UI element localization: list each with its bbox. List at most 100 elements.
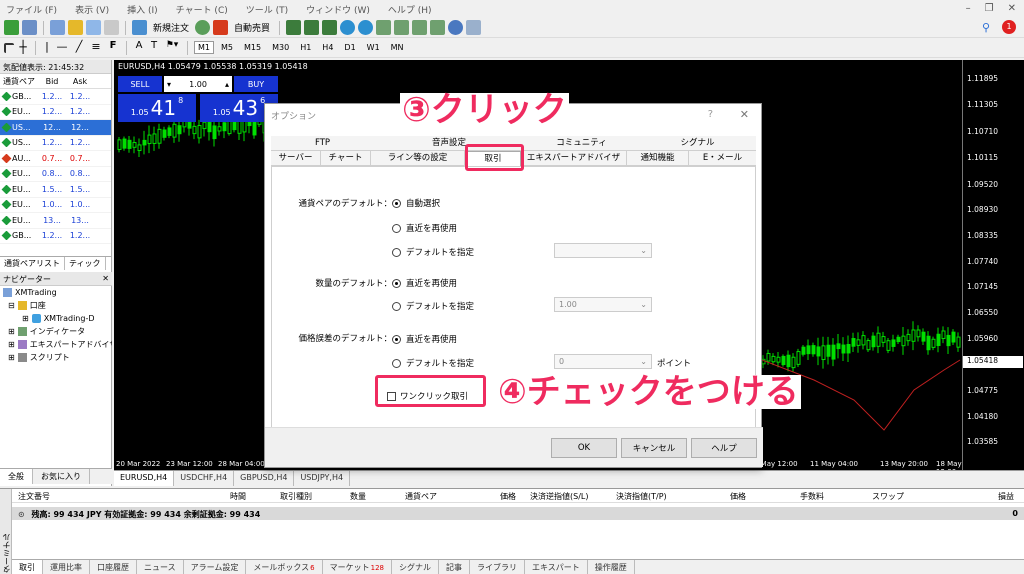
fibonacci-icon[interactable]: F [106, 40, 120, 55]
autoscroll-icon[interactable] [394, 20, 410, 35]
new-order-icon[interactable] [132, 20, 147, 35]
text-icon[interactable]: A [133, 40, 145, 55]
expand-icon[interactable]: ⊞ [22, 314, 29, 323]
timeframe-d1[interactable]: D1 [340, 41, 359, 54]
price-axis[interactable]: 1.05418 1.11895 1.11305 1.10710 1.10115 1.09… [962, 60, 1024, 470]
auto-trading-icon[interactable] [213, 20, 229, 35]
market-watch-row[interactable]: EU... 13... 13... [0, 213, 111, 229]
market-watch-row[interactable]: EU... 0.8... 0.8... [0, 167, 111, 182]
terminal-tab[interactable]: 操作履歴 [588, 560, 635, 574]
chart-tab-gbpusd[interactable]: GBPUSD,H4 [234, 471, 295, 486]
tester-icon[interactable] [104, 20, 119, 35]
terminal-icon[interactable] [86, 20, 101, 35]
menu-file[interactable]: ファイル (F) [6, 3, 57, 16]
lot-size-input[interactable]: ▾ 1.00 ▴ [164, 76, 232, 92]
trendline-icon[interactable]: ╱ [72, 40, 86, 55]
market-watch-row[interactable]: GB... 1.2... 1.2... [0, 89, 111, 105]
market-watch-row[interactable]: US... 1.2... 1.2... [0, 136, 111, 151]
channel-icon[interactable]: ≡ [89, 40, 103, 55]
expand-icon[interactable]: ⊞ [8, 353, 15, 362]
horizontal-line-icon[interactable]: — [55, 40, 69, 55]
market-watch-row[interactable]: US... 12... 12... [0, 120, 111, 136]
vertical-line-icon[interactable]: | [42, 40, 52, 55]
menu-help[interactable]: ヘルプ (H) [388, 3, 432, 16]
cancel-button[interactable]: キャンセル [621, 438, 687, 458]
col-current-price[interactable]: 価格 [730, 491, 746, 502]
menu-view[interactable]: 表示 (V) [75, 3, 109, 16]
market-watch-row[interactable]: EU... 1.5... 1.5... [0, 182, 111, 198]
terminal-tab[interactable]: 運用比率 [43, 560, 90, 574]
tab-ftp[interactable]: FTP [271, 136, 374, 150]
volume-select[interactable]: 1.00 ⌄ [554, 297, 652, 312]
expand-icon[interactable]: ⊞ [8, 327, 15, 336]
radio-deviation-last[interactable]: 直近を再使用 [392, 333, 457, 345]
column-bid[interactable]: Bid [38, 77, 66, 86]
col-type[interactable]: 取引種別 [280, 491, 312, 502]
timeframe-mn[interactable]: MN [387, 41, 408, 54]
chart-tab-eurusd[interactable]: EURUSD,H4 [114, 471, 175, 486]
timeframe-w1[interactable]: W1 [363, 41, 384, 54]
nav-item-account[interactable]: ⊞ XMTrading-D [0, 312, 112, 325]
tab-expert-advisors[interactable]: エキスパートアドバイザ [521, 151, 627, 165]
minimize-icon[interactable]: – [966, 3, 971, 14]
col-swap[interactable]: スワップ [872, 491, 904, 502]
close-icon[interactable]: ✕ [102, 274, 109, 283]
help-icon[interactable]: ? [708, 109, 713, 120]
notification-badge[interactable]: 1 [1002, 20, 1016, 34]
nav-item-xmtrading[interactable]: XMTrading [0, 286, 112, 299]
timeframe-m1[interactable]: M1 [194, 41, 214, 54]
cursor-icon[interactable] [4, 42, 14, 53]
arrows-icon[interactable]: ⚑▾ [163, 40, 181, 55]
templates-icon[interactable] [466, 20, 482, 35]
col-tp[interactable]: 決済指値(T/P) [616, 491, 667, 502]
new-chart-icon[interactable] [4, 20, 19, 35]
chart-tab-usdjpy[interactable]: USDJPY,H4 [294, 471, 351, 486]
zoom-out-icon[interactable] [358, 20, 374, 35]
deviation-select[interactable]: 0 ⌄ [554, 354, 652, 369]
close-icon[interactable]: ✕ [1008, 3, 1016, 14]
col-symbol[interactable]: 通貨ペア [405, 491, 437, 502]
menu-window[interactable]: ウィンドウ (W) [306, 3, 370, 16]
col-commission[interactable]: 手数料 [800, 491, 824, 502]
buy-button[interactable]: BUY [234, 76, 278, 92]
symbol-select[interactable]: ⌄ [554, 243, 652, 258]
lot-up-icon[interactable]: ▴ [225, 80, 229, 89]
radio-deviation-specify[interactable]: デフォルトを指定 [392, 357, 474, 369]
indicators-icon[interactable] [430, 20, 446, 35]
radio-volume-specify[interactable]: デフォルトを指定 [392, 300, 474, 312]
sell-button[interactable]: SELL [118, 76, 162, 92]
collapse-icon[interactable]: ⊟ [8, 301, 15, 310]
line-chart-icon[interactable] [322, 20, 338, 35]
chart-tab-usdchf[interactable]: USDCHF,H4 [174, 471, 235, 486]
help-button[interactable]: ヘルプ [691, 438, 757, 458]
col-profit[interactable]: 損益 [998, 491, 1014, 502]
balance-row[interactable]: ⊙ 残高: 99 434 JPY 有効証拠金: 99 434 余剰証拠金: 99… [12, 507, 1024, 520]
tab-server[interactable]: サーバー [271, 151, 321, 165]
timeframe-m5[interactable]: M5 [217, 41, 237, 54]
candlestick-icon[interactable] [304, 20, 320, 35]
timeframe-h1[interactable]: H1 [296, 41, 315, 54]
radio-symbol-last[interactable]: 直近を再使用 [392, 222, 457, 234]
nav-item-experts[interactable]: ⊞ エキスパートアドバイザ [0, 338, 112, 351]
tab-notifications[interactable]: 通知機能 [627, 151, 689, 165]
tab-tick[interactable]: ティック [65, 257, 106, 270]
expand-icon[interactable]: ⊞ [8, 340, 15, 349]
tab-chart[interactable]: チャート [321, 151, 371, 165]
terminal-tab[interactable]: 記事 [439, 560, 470, 574]
col-time[interactable]: 時間 [230, 491, 246, 502]
navigator-icon[interactable] [68, 20, 83, 35]
chart-shift-icon[interactable] [412, 20, 428, 35]
profiles-icon[interactable] [22, 20, 37, 35]
terminal-tab[interactable]: 口座履歴 [90, 560, 137, 574]
new-order-button[interactable]: 新規注文 [153, 21, 189, 34]
ok-button[interactable]: OK [551, 438, 617, 458]
market-watch-icon[interactable] [50, 20, 65, 35]
crosshair-icon[interactable]: ┼ [17, 40, 29, 55]
lot-down-icon[interactable]: ▾ [167, 80, 171, 89]
radio-symbol-specify[interactable]: デフォルトを指定 [392, 246, 474, 258]
col-order[interactable]: 注文番号 [18, 491, 50, 502]
nav-item-indicators[interactable]: ⊞ インディケータ [0, 325, 112, 338]
market-watch-row[interactable]: EU... 1.0... 1.0... [0, 198, 111, 213]
tab-symbols[interactable]: 通貨ペアリスト [0, 257, 65, 270]
tab-email[interactable]: E・メール [689, 151, 756, 165]
